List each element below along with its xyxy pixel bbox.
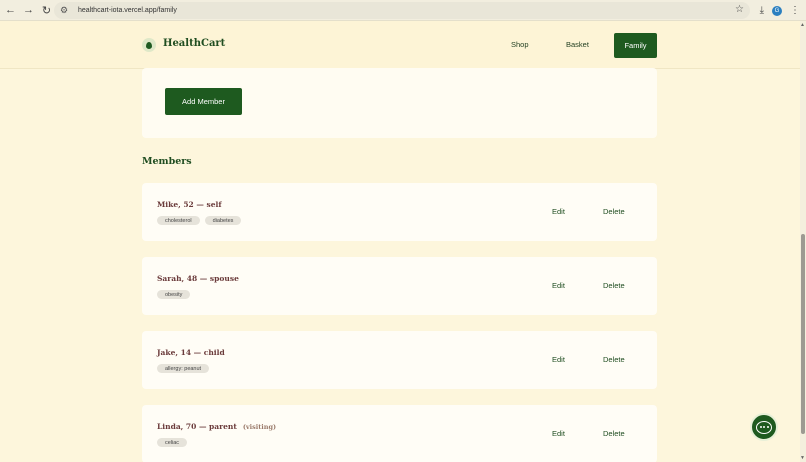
back-arrow-icon[interactable]: ← [2, 2, 19, 19]
nav-family[interactable]: Family [614, 33, 657, 58]
condition-tag: obesity [157, 290, 191, 299]
scroll-up-arrow-icon[interactable]: ▲ [800, 22, 805, 28]
scrollbar-thumb[interactable] [801, 234, 805, 434]
menu-kebab-icon[interactable]: ⋮ [790, 5, 800, 16]
member-name: Mike, 52 — self [157, 200, 222, 209]
add-member-card: Add Member [142, 68, 657, 138]
member-tags: celiac [157, 438, 188, 447]
edit-button[interactable]: Edit [552, 281, 565, 290]
member-name: Linda, 70 — parent (visiting) [157, 422, 277, 431]
members-heading: Members [142, 156, 192, 167]
chat-button[interactable] [750, 413, 778, 441]
condition-tag: cholesterol [157, 216, 200, 225]
member-tags: obesity [157, 290, 191, 299]
delete-button[interactable]: Delete [603, 281, 625, 290]
member-name: Sarah, 48 — spouse [157, 274, 239, 283]
address-bar[interactable]: ⚙ healthcart-iota.vercel.app/family ☆ [54, 2, 750, 19]
nav-shop[interactable]: Shop [511, 40, 529, 49]
chat-bubble-icon [756, 420, 772, 434]
logo-drop-icon[interactable] [142, 38, 156, 52]
scroll-down-arrow-icon[interactable]: ▼ [800, 455, 805, 461]
browser-toolbar: ← → ↻ ⚙ healthcart-iota.vercel.app/famil… [0, 0, 806, 21]
brand-name[interactable]: HealthCart [163, 38, 225, 49]
url-text[interactable]: healthcart-iota.vercel.app/family [78, 7, 177, 14]
condition-tag: allergy: peanut [157, 364, 210, 373]
edit-button[interactable]: Edit [552, 429, 565, 438]
download-icon[interactable]: ⤓ [760, 5, 764, 16]
member-name: Jake, 14 — child [157, 348, 225, 357]
member-card: Jake, 14 — child allergy: peanut Edit De… [142, 331, 657, 389]
member-card: Linda, 70 — parent (visiting) celiac Edit… [142, 405, 657, 462]
delete-button[interactable]: Delete [603, 207, 625, 216]
profile-avatar[interactable]: G [772, 5, 782, 16]
condition-tag: diabetes [204, 216, 242, 225]
member-note: (visiting) [242, 423, 277, 431]
bookmark-star-icon[interactable]: ☆ [735, 4, 744, 15]
member-tags: cholesterol diabetes [157, 216, 242, 225]
reload-icon[interactable]: ↻ [38, 2, 55, 19]
site-header: HealthCart Shop Basket Family [0, 21, 806, 69]
nav-basket[interactable]: Basket [566, 40, 589, 49]
member-card: Sarah, 48 — spouse obesity Edit Delete [142, 257, 657, 315]
delete-button[interactable]: Delete [603, 355, 625, 364]
delete-button[interactable]: Delete [603, 429, 625, 438]
member-tags: allergy: peanut [157, 364, 210, 373]
condition-tag: celiac [157, 438, 188, 447]
edit-button[interactable]: Edit [552, 355, 565, 364]
member-card: Mike, 52 — self cholesterol diabetes Edi… [142, 183, 657, 241]
add-member-button[interactable]: Add Member [165, 88, 242, 115]
site-info-icon[interactable]: ⚙ [60, 5, 72, 16]
main-content: Add Member Members Mike, 52 — self chole… [0, 68, 806, 462]
forward-arrow-icon[interactable]: → [20, 2, 37, 19]
edit-button[interactable]: Edit [552, 207, 565, 216]
